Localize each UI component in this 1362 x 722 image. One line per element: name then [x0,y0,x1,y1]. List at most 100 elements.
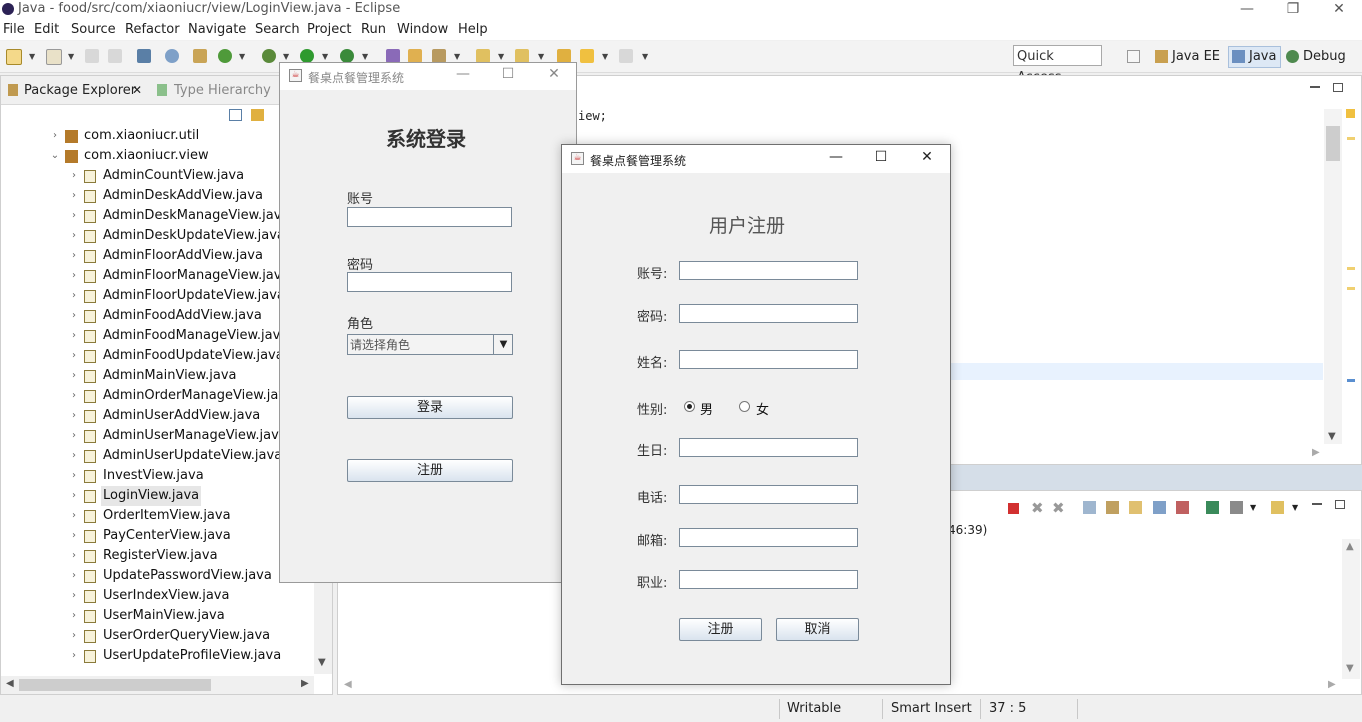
chevron-right-icon[interactable]: › [68,566,80,586]
chevron-down-icon[interactable]: ▼ [239,52,245,61]
link-with-editor-icon[interactable] [251,109,264,121]
console-maximize-icon[interactable] [1335,500,1345,509]
login-close-button[interactable]: ✕ [539,66,569,82]
chevron-right-icon[interactable]: › [68,286,80,306]
register-cancel-button[interactable]: 取消 [776,618,859,641]
new-java-project-icon[interactable] [193,49,207,63]
scroll-right-icon[interactable]: ▶ [1328,679,1336,690]
login-button[interactable]: 登录 [347,396,513,419]
open-task-icon[interactable] [432,49,446,63]
occurrence-marker[interactable] [1347,379,1355,382]
warning-marker[interactable] [1347,137,1355,140]
chevron-down-icon[interactable]: ▼ [602,52,608,61]
scroll-down-icon[interactable]: ▼ [318,657,326,668]
scroll-down-icon[interactable]: ▼ [1346,663,1354,674]
chevron-right-icon[interactable]: › [68,506,80,526]
external-tools-icon[interactable] [340,49,354,63]
save-icon[interactable] [85,49,99,63]
editor-minimize-icon[interactable] [1310,86,1320,88]
collapse-all-icon[interactable] [229,109,242,121]
warning-marker[interactable] [1346,109,1355,118]
gender-male-label[interactable]: 男 [700,399,713,418]
editor-maximize-icon[interactable] [1333,83,1343,92]
role-select[interactable]: 请选择角色 ▼ [347,334,513,355]
chevron-down-icon[interactable]: ▼ [283,52,289,61]
chevron-right-icon[interactable]: › [68,406,80,426]
scroll-thumb[interactable] [19,679,211,691]
next-annotation-icon[interactable] [476,49,490,63]
chevron-down-icon[interactable]: ▼ [68,52,74,61]
chevron-right-icon[interactable]: › [68,586,80,606]
register-account-input[interactable] [679,261,858,280]
console-vertical-scrollbar[interactable]: ▲ ▼ [1342,539,1360,679]
debug-icon[interactable] [262,49,276,63]
account-input[interactable] [347,207,512,227]
register-maximize-button[interactable]: ☐ [866,149,896,165]
chevron-right-icon[interactable]: › [68,366,80,386]
perspective-debug[interactable]: Debug [1283,47,1350,67]
register-phone-input[interactable] [679,485,858,504]
chevron-right-icon[interactable]: › [68,206,80,226]
pin-console-icon[interactable] [1153,501,1166,514]
menu-refactor[interactable]: Refactor [125,22,180,37]
search-icon[interactable] [408,49,422,63]
restore-button[interactable]: ❐ [1270,0,1316,20]
chevron-right-icon[interactable]: › [68,166,80,186]
menu-file[interactable]: File [3,22,25,37]
warning-marker[interactable] [1347,287,1355,290]
scroll-left-icon[interactable]: ◀ [6,678,14,689]
remove-launch-icon[interactable]: ✖ [1031,499,1044,517]
code-line[interactable]: iew; [578,109,607,123]
chevron-right-icon[interactable]: › [68,386,80,406]
run-icon[interactable] [300,49,314,63]
chevron-down-icon[interactable]: ▼ [538,52,544,61]
register-close-button[interactable]: ✕ [912,149,942,165]
register-name-input[interactable] [679,350,858,369]
register-job-input[interactable] [679,570,858,589]
new-console-icon[interactable] [1271,501,1284,514]
menu-help[interactable]: Help [458,22,488,37]
menu-edit[interactable]: Edit [34,22,59,37]
login-minimize-button[interactable]: — [448,66,478,82]
scroll-right-icon[interactable]: ▶ [1312,447,1320,458]
back-icon[interactable] [580,49,594,63]
console-minimize-icon[interactable] [1312,503,1322,505]
scroll-right-icon[interactable]: ▶ [301,678,309,689]
show-console-icon[interactable] [1106,501,1119,514]
terminal-icon[interactable] [137,49,151,63]
scroll-thumb[interactable] [1326,126,1340,161]
menu-window[interactable]: Window [397,22,448,37]
chevron-down-icon[interactable]: ▼ [1292,503,1298,512]
chevron-down-icon[interactable]: ▼ [642,52,648,61]
chevron-right-icon[interactable]: › [68,246,80,266]
new-icon[interactable] [6,49,22,65]
new-package-icon[interactable] [46,49,62,65]
terminate-icon[interactable] [1008,503,1019,514]
perspective-java-ee[interactable]: Java EE [1152,47,1224,67]
tab-type-hierarchy[interactable]: Type Hierarchy [174,83,271,98]
gender-male-radio[interactable] [684,401,695,412]
forward-icon[interactable] [619,49,633,63]
menu-project[interactable]: Project [307,22,351,37]
chevron-right-icon[interactable]: › [68,626,80,646]
close-button[interactable]: ✕ [1316,0,1362,20]
word-wrap-icon[interactable] [1129,501,1142,514]
login-window-titlebar[interactable]: ☕ 餐桌点餐管理系统 — ☐ ✕ [280,63,576,90]
register-password-input[interactable] [679,304,858,323]
chevron-down-icon[interactable]: ▼ [322,52,328,61]
chevron-right-icon[interactable]: › [68,486,80,506]
chevron-right-icon[interactable]: › [68,546,80,566]
chevron-right-icon[interactable]: › [68,426,80,446]
register-window-titlebar[interactable]: ☕ 餐桌点餐管理系统 — ☐ ✕ [562,145,950,173]
chevron-down-icon[interactable]: ▼ [454,52,460,61]
console-view-menu-icon[interactable] [1230,501,1243,514]
refresh-icon[interactable] [218,49,232,63]
chevron-down-icon[interactable]: ▼ [493,335,513,354]
chevron-right-icon[interactable]: › [68,326,80,346]
scroll-up-icon[interactable]: ▲ [1346,541,1354,552]
chevron-right-icon[interactable]: › [68,466,80,486]
open-console-icon[interactable] [1206,501,1219,514]
remove-all-icon[interactable]: ✖ [1052,499,1065,517]
register-minimize-button[interactable]: — [821,149,851,165]
chevron-right-icon[interactable]: › [68,646,80,666]
